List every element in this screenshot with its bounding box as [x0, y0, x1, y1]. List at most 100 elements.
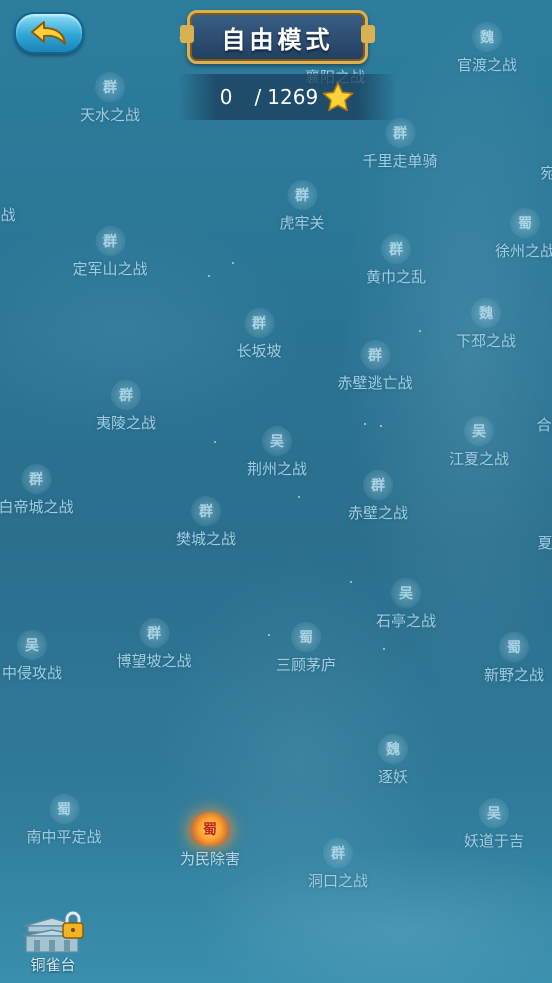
stage-node-fancheng[interactable]: 群樊城之战 [176, 496, 236, 549]
faction-badge: 群 [362, 470, 393, 500]
stage-node-chibi_escape[interactable]: 群赤壁逃亡战 [337, 340, 413, 393]
sparkle [268, 634, 270, 636]
stars-collected: 0 [219, 85, 233, 109]
stage-node-hulaoguan[interactable]: 群虎牢关 [279, 180, 325, 233]
star-icon [322, 82, 354, 112]
faction-badge: 群 [94, 72, 125, 102]
stage-node-baidicheng[interactable]: 群白帝城之战 [0, 464, 74, 517]
stage-node-label: 逐妖 [377, 768, 409, 786]
stage-node-label: 夏 [537, 534, 552, 552]
sparkle [383, 648, 385, 650]
stage-node-label: 博望坡之战 [116, 652, 192, 670]
faction-badge: 群 [322, 838, 353, 868]
stage-node-label: 黄巾之乱 [365, 268, 427, 286]
stage-node-label: 三顾茅庐 [275, 656, 337, 674]
faction-badge: 吴 [478, 798, 509, 828]
stage-node-bowangpo[interactable]: 群博望坡之战 [116, 618, 192, 671]
stage-node-guandu[interactable]: 魏官渡之战 [457, 22, 517, 75]
stage-node-nanzhong[interactable]: 蜀南中平定战 [26, 794, 102, 847]
sparkle [350, 581, 352, 583]
stars-total: 1269 [267, 85, 319, 109]
stage-node-label: 夷陵之战 [95, 414, 157, 432]
stage-node-leftcut1[interactable]: 战 [0, 172, 23, 225]
stage-node-label: 洞口之战 [307, 872, 369, 890]
stage-node-dongkou[interactable]: 群洞口之战 [308, 838, 368, 891]
faction-badge: 魏 [471, 22, 502, 52]
stage-node-label: 江夏之战 [448, 450, 510, 468]
back-button[interactable] [14, 12, 84, 54]
stage-node-label: 天水之战 [79, 106, 141, 124]
mode-title: 自由模式 [180, 10, 375, 64]
faction-badge: 蜀 [290, 622, 321, 652]
stage-node-yaodao[interactable]: 吴妖道于吉 [464, 798, 524, 851]
stage-node-jingzhou[interactable]: 吴荆州之战 [247, 426, 307, 479]
locked-stage-label: 铜雀台 [30, 956, 76, 974]
stage-node-label: 赤壁逃亡战 [337, 374, 413, 392]
stage-node-huangjin[interactable]: 群黄巾之乱 [366, 234, 426, 287]
faction-badge: 群 [110, 380, 141, 410]
stage-node-xuzhou[interactable]: 蜀徐州之战 [495, 208, 552, 261]
stage-node-label: 中侵攻战 [1, 664, 63, 682]
faction-badge: 群 [138, 618, 169, 648]
stage-node-label: 定军山之战 [72, 260, 148, 278]
sparkle [364, 423, 366, 425]
faction-badge: 群 [190, 496, 221, 526]
stage-node-yiling[interactable]: 群夷陵之战 [96, 380, 156, 433]
faction-badge: 群 [286, 180, 317, 210]
faction-badge: 群 [20, 464, 51, 494]
stage-node-label: 荆州之战 [246, 460, 308, 478]
faction-badge: 吴 [390, 578, 421, 608]
stage-node-label: 官渡之战 [456, 56, 518, 74]
sparkle [298, 496, 300, 498]
back-arrow-icon [31, 21, 66, 45]
sparkle [419, 330, 421, 332]
stage-node-label: 赤壁之战 [347, 504, 409, 522]
stage-node-label: 合 [536, 416, 552, 434]
sparkle [232, 262, 234, 264]
stage-node-xinye[interactable]: 蜀新野之战 [484, 632, 544, 685]
stage-node-zhuyao[interactable]: 魏逐妖 [377, 734, 409, 787]
stage-node-weimin[interactable]: 蜀为民除害 [180, 812, 240, 869]
stage-node-label: 妖道于吉 [463, 832, 525, 850]
faction-badge: 吴 [16, 630, 47, 660]
sparkle [214, 441, 216, 443]
locked-stage-tongquetai[interactable]: 铜雀台 [20, 911, 86, 978]
faction-badge: 蜀 [498, 632, 529, 662]
sparkle [208, 275, 210, 277]
stage-node-dingjunshan[interactable]: 群定军山之战 [72, 226, 148, 279]
stage-node-shiting[interactable]: 吴石亭之战 [376, 578, 436, 631]
stage-node-label: 虎牢关 [279, 214, 325, 232]
faction-badge: 魏 [377, 734, 408, 764]
stage-node-he[interactable]: 合 [529, 382, 552, 435]
stage-node-label: 白帝城之战 [0, 498, 74, 516]
faction-badge: 蜀 [509, 208, 540, 238]
faction-badge: 吴 [463, 416, 494, 446]
stage-node-qianli[interactable]: 群千里走单骑 [362, 118, 438, 171]
stage-node-sangu[interactable]: 蜀三顾茅庐 [276, 622, 336, 675]
stage-node-label: 长坂坡 [236, 342, 282, 360]
stage-node-label: 为民除害 [179, 850, 241, 868]
faction-badge: 群 [384, 118, 415, 148]
faction-badge: 蜀 [189, 812, 230, 846]
stars-separator: / [254, 85, 262, 109]
stage-node-tianshui[interactable]: 群天水之战 [80, 72, 140, 125]
faction-badge: 群 [94, 226, 125, 256]
stage-node-jiangxia[interactable]: 吴江夏之战 [449, 416, 509, 469]
stage-node-zhonghou[interactable]: 吴中侵攻战 [2, 630, 62, 683]
stage-node-chibi[interactable]: 群赤壁之战 [348, 470, 408, 523]
faction-badge: 蜀 [48, 794, 79, 824]
stage-node-label: 下邳之战 [455, 332, 517, 350]
star-counter: 0 / 1269 [178, 74, 396, 120]
stage-node-label: 宛 [540, 164, 552, 182]
stage-node-label: 千里走单骑 [362, 152, 438, 170]
stage-node-wan[interactable]: 宛 [533, 130, 552, 183]
stage-node-label: 战 [0, 206, 16, 224]
lock-icon [62, 911, 84, 939]
stage-node-xiapi[interactable]: 魏下邳之战 [456, 298, 516, 351]
stage-node-label: 石亭之战 [375, 612, 437, 630]
stage-node-xia[interactable]: 夏 [530, 500, 552, 553]
faction-badge: 群 [359, 340, 390, 370]
faction-badge: 群 [243, 308, 274, 338]
faction-badge: 吴 [261, 426, 292, 456]
stage-node-changbanpo[interactable]: 群长坂坡 [236, 308, 282, 361]
